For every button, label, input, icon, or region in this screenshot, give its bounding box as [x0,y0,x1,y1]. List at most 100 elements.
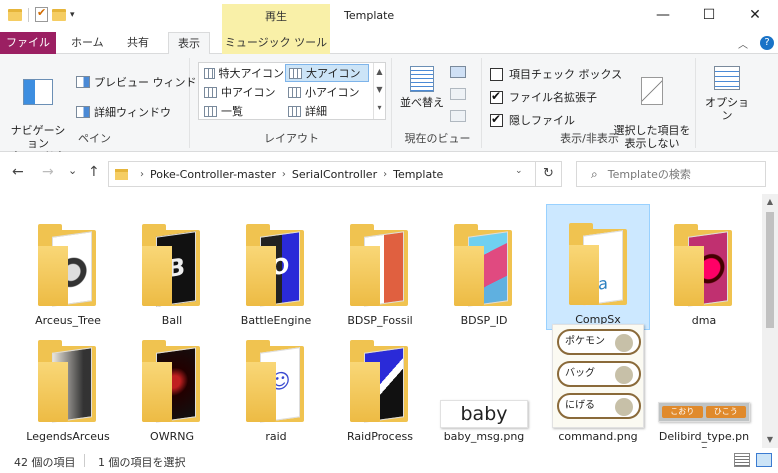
group-panes: ナビゲーション ウィンドウ ▾ プレビュー ウィンドウ 詳細ウィンドウ ペイン [0,58,208,176]
group-panes-label: ペイン [78,132,111,145]
qat-dropdown-icon[interactable]: ▾ [70,10,75,20]
details-pane-label: 詳細ウィンドウ [94,106,171,119]
folder-icon: a [569,223,627,306]
chevron-right-icon[interactable]: › [383,169,387,180]
refresh-button[interactable]: ↻ [536,161,562,187]
layout-small-icons[interactable]: 小アイコン [285,83,369,101]
large-icons-view-icon[interactable] [756,453,772,467]
breadcrumb-item[interactable]: SerialController [292,168,377,181]
sort-button[interactable]: 並べ替え [400,66,444,109]
item-checkboxes-label: 項目チェック ボックス [509,68,623,81]
layout-extra-large-icons[interactable]: 特大アイコン [201,64,284,82]
folder-item[interactable]: LegendsArceus [16,322,120,448]
folder-item[interactable]: BDSP_Fossil [328,206,432,332]
folder-item[interactable]: dma [652,206,756,332]
folder-item[interactable]: RaidProcess [328,322,432,448]
more-icon[interactable]: ▾ [374,99,385,117]
tab-view[interactable]: 表示 [168,32,210,55]
scroll-up-arrow-icon[interactable]: ▲ [762,194,778,210]
tab-file[interactable]: ファイル [0,32,56,54]
file-item[interactable]: こおり ひこう Delibird_type.png [652,322,756,448]
layout-item-label: 詳細 [305,105,327,118]
minimize-button[interactable]: — [640,0,686,30]
checkbox-checked[interactable] [490,89,503,104]
breadcrumb-item[interactable]: Poke-Controller-master [150,168,276,181]
details-view-icon[interactable] [734,453,750,467]
layout-gallery-scroll[interactable]: ▲ ▼ ▾ [373,63,385,119]
folder-item[interactable]: OWRNG [120,322,224,448]
options-button[interactable]: オプション [702,66,752,122]
up-arrow-icon[interactable]: ↑ [88,164,100,180]
breadcrumb-item[interactable]: Template [393,168,443,181]
thumb-pill: ポケモン [557,329,641,355]
size-columns-icon[interactable] [450,110,466,122]
item-name: baby_msg.png [443,430,525,443]
new-folder-icon[interactable] [52,8,66,21]
title-bar: ▾ 再生 Template — ☐ ✕ [0,0,778,32]
folder-item[interactable]: BDSP_ID [432,206,536,332]
scrollbar-thumb[interactable] [766,212,774,328]
layout-medium-icons[interactable]: 中アイコン [201,83,284,101]
grid-icon [289,67,302,79]
folder-item-selected[interactable]: a CompSx [546,204,650,330]
layout-item-label: 特大アイコン [218,67,284,80]
scroll-down-arrow-icon[interactable]: ▼ [762,432,778,448]
layout-large-icons[interactable]: 大アイコン [285,64,369,82]
item-name: command.png [558,430,638,443]
close-button[interactable]: ✕ [732,0,778,30]
tab-home[interactable]: ホーム [62,32,113,54]
navigation-pane-icon [23,79,53,105]
search-input[interactable]: ⌕ Templateの検索 [576,161,766,187]
status-bar: 42 個の項目 1 個の項目を選択 [0,448,778,473]
layout-details[interactable]: 詳細 [285,102,369,120]
item-count: 42 個の項目 [14,456,76,469]
maximize-button[interactable]: ☐ [686,0,732,30]
folder-item[interactable]: Arceus_Tree [16,206,120,332]
help-icon[interactable]: ? [760,36,774,50]
item-name: LegendsArceus [26,430,110,443]
search-icon: ⌕ [591,166,598,181]
folder-item[interactable]: B Ball [120,206,224,332]
layout-list[interactable]: 一覧 [201,102,284,120]
folder-item[interactable]: ☺ raid [224,322,328,448]
group-current-view: 並べ替え 現在のビュー [394,58,482,148]
folder-item[interactable]: O BattleEngine [224,206,328,332]
vertical-scrollbar[interactable]: ▲ ▼ [762,194,778,448]
checkbox-checked[interactable] [490,112,503,127]
tab-music-tools[interactable]: ミュージック ツール [222,32,330,54]
preview-pane-button[interactable]: プレビュー ウィンドウ [76,74,208,90]
chevron-right-icon[interactable]: › [140,169,144,180]
address-dropdown-icon[interactable]: ⌄ [515,166,523,176]
file-item[interactable]: ポケモン バッグ にげる command.png [546,322,650,448]
sort-icon [410,66,434,92]
ribbon-tab-bar: ファイル ホーム 共有 表示 ミュージック ツール ︿ ? [0,32,778,55]
item-name: Delibird_type.png [658,430,750,448]
add-columns-icon[interactable] [450,88,466,100]
details-pane-button[interactable]: 詳細ウィンドウ [76,104,171,120]
details-pane-icon [76,106,90,118]
file-item[interactable]: baby baby_msg.png [432,322,536,448]
group-by-icon[interactable] [450,66,466,78]
group-layout-label: レイアウト [264,132,319,145]
address-bar[interactable]: › Poke-Controller-master › SerialControl… [108,161,536,187]
search-placeholder: Templateの検索 [607,168,691,181]
scroll-up-icon[interactable]: ▲ [374,63,385,81]
file-extensions-toggle[interactable]: ファイル名拡張子 [490,89,597,105]
folder-icon [350,340,408,423]
image-thumbnail: こおり ひこう [658,402,750,422]
recent-locations-icon[interactable]: ⌄ [68,164,77,177]
checkbox[interactable] [490,67,503,81]
collapse-ribbon-icon[interactable]: ︿ [738,36,748,51]
tab-share[interactable]: 共有 [118,32,158,54]
scroll-down-icon[interactable]: ▼ [374,81,385,99]
back-arrow-icon[interactable]: ← [12,164,24,180]
forward-arrow-icon[interactable]: → [42,164,54,180]
item-name: RaidProcess [347,430,413,443]
folder-icon [8,8,22,21]
quick-access-toolbar: ▾ [8,6,75,22]
hidden-items-toggle[interactable]: 隠しファイル [490,112,575,128]
chevron-right-icon[interactable]: › [282,169,286,180]
properties-icon[interactable] [35,6,48,22]
item-checkboxes-toggle[interactable]: 項目チェック ボックス [490,66,622,82]
folder-icon [115,168,128,180]
